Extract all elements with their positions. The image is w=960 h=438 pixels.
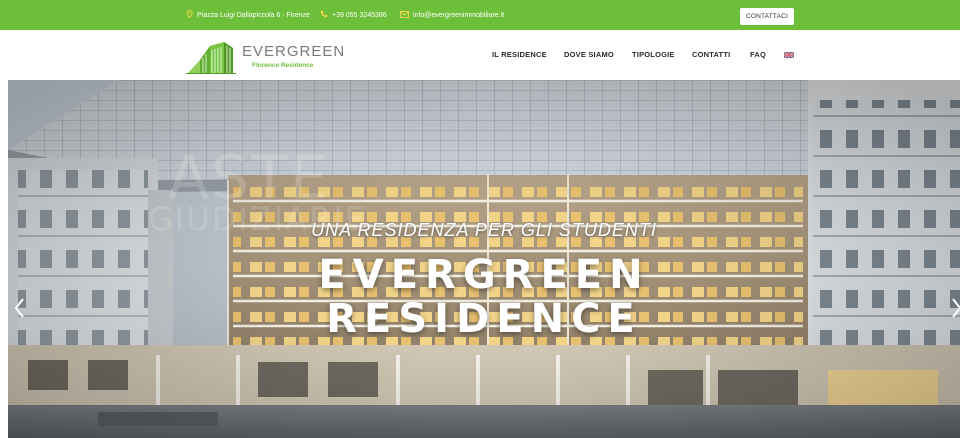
chevron-right-icon[interactable] (948, 296, 960, 320)
chevron-left-icon[interactable] (12, 296, 28, 320)
hero-title-line1: EVERGREEN (318, 252, 650, 298)
nav-contatti[interactable]: CONTATTI (692, 50, 730, 59)
site-header: EVERGREEN Florence Residence IL RESIDENC… (0, 30, 960, 80)
phone-text: +39 055 3245386 (332, 11, 387, 19)
address-text: Piazza Luigi Dallapiccola 6 - Firenze (197, 11, 310, 19)
map-pin-icon (186, 10, 193, 20)
nav-tipologie[interactable]: TIPOLOGIE (632, 50, 675, 59)
building-logo-icon (186, 42, 236, 74)
logo-subtitle: Florence Residence (252, 61, 314, 69)
address-item: Piazza Luigi Dallapiccola 6 - Firenze (186, 0, 310, 30)
hero-title-line2: RESIDENCE (326, 296, 642, 342)
email-item[interactable]: info@evergreenimmobiliare.it (400, 0, 504, 30)
email-text: info@evergreenimmobiliare.it (413, 11, 505, 19)
site-logo[interactable]: EVERGREEN Florence Residence (186, 37, 345, 75)
phone-item[interactable]: +39 055 3245386 (320, 0, 387, 30)
uk-flag-icon[interactable] (784, 52, 794, 58)
nav-dove-siamo[interactable]: DOVE SIAMO (564, 50, 614, 59)
logo-name: EVERGREEN (242, 42, 346, 60)
top-contact-bar: Piazza Luigi Dallapiccola 6 - Firenze +3… (0, 0, 960, 30)
hero-subtitle: UNA RESIDENZA PER GLI STUDENTI (311, 220, 657, 240)
hero-slider: ASTE GIUDIZIARIE UNA RESIDENZA PER GLI S… (8, 80, 960, 438)
phone-icon (320, 10, 328, 20)
nav-faq[interactable]: FAQ (750, 50, 766, 59)
mail-icon (400, 10, 409, 20)
nav-il-residence[interactable]: IL RESIDENCE (492, 50, 547, 59)
contact-button[interactable]: CONTATTACI (740, 8, 794, 25)
